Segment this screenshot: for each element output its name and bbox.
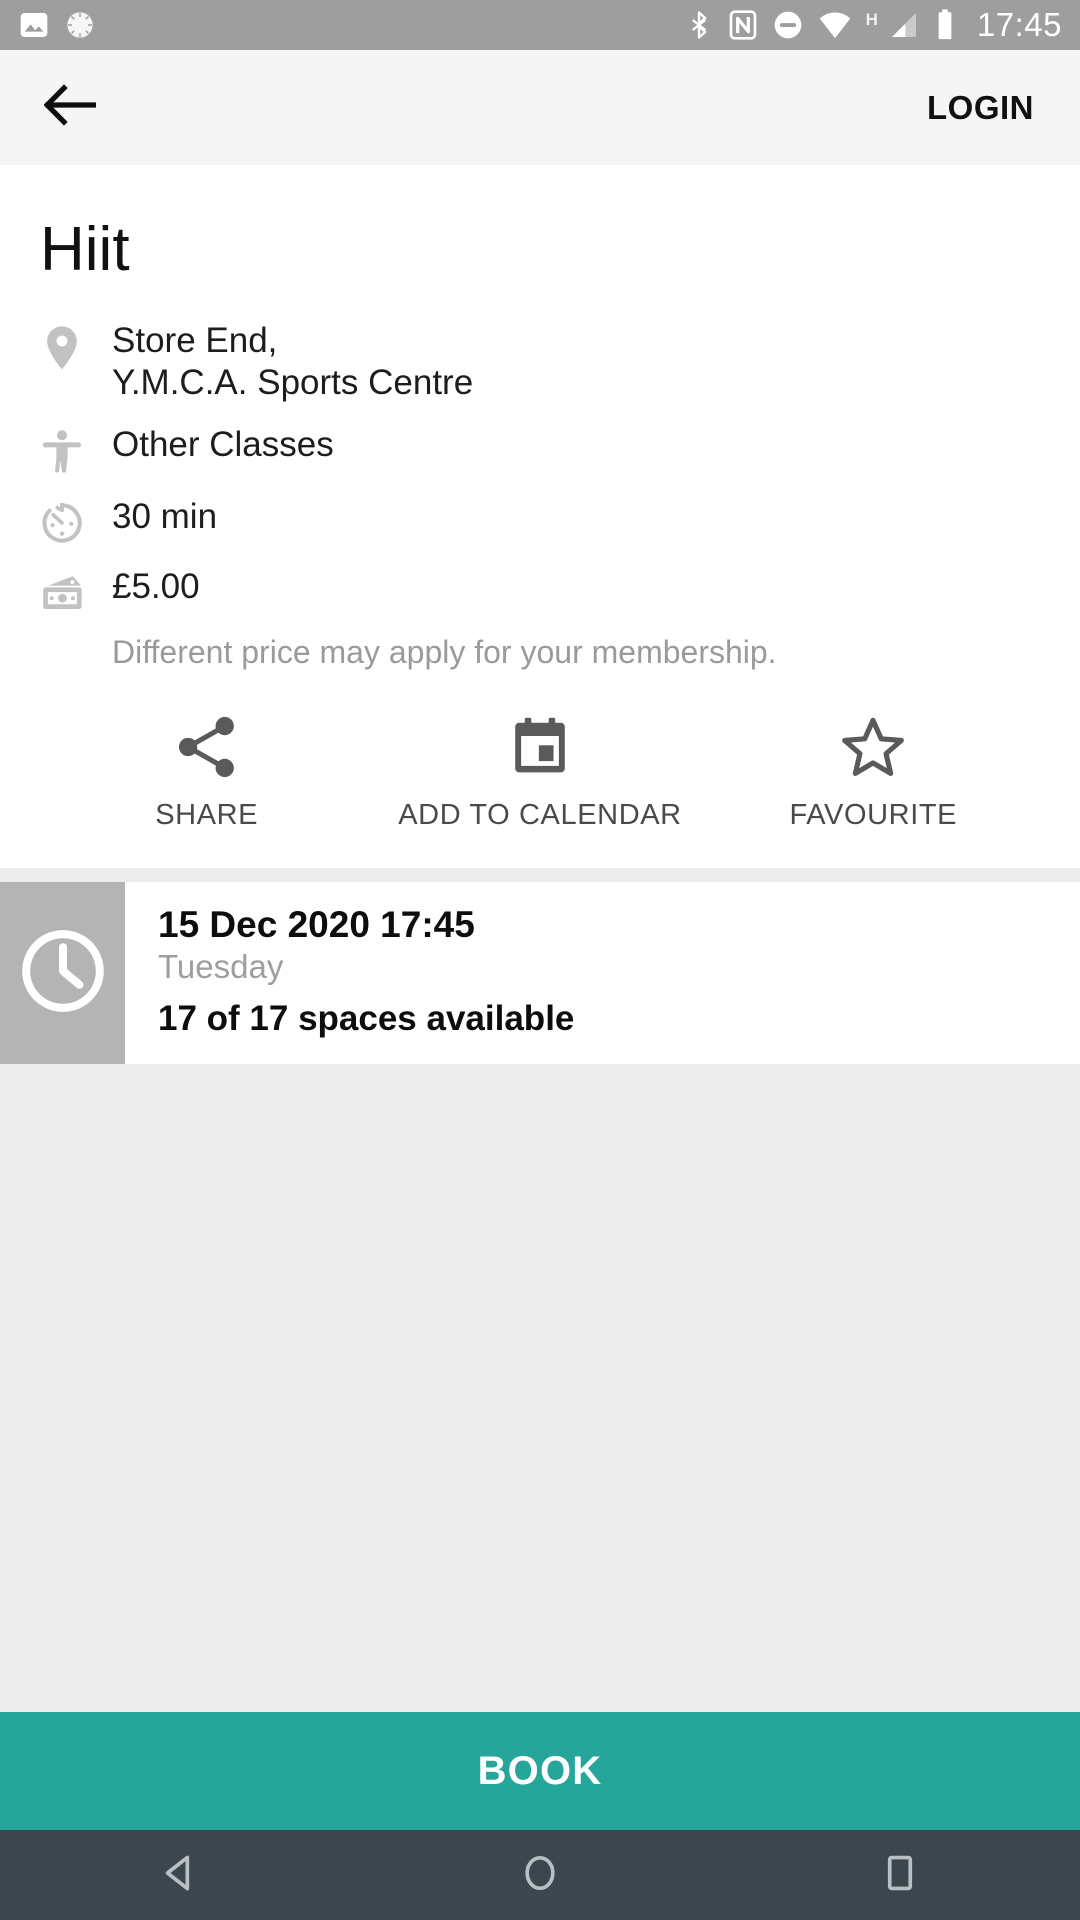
share-button[interactable]: SHARE (40, 716, 373, 832)
session-day: Tuesday (158, 948, 284, 986)
price-note: Different price may apply for your membe… (112, 634, 777, 671)
location-pin-icon (40, 320, 112, 374)
star-outline-icon (840, 716, 906, 783)
back-button[interactable] (40, 78, 100, 138)
category-label: Other Classes (112, 425, 334, 465)
session-list-item[interactable]: 15 Dec 2020 17:45 Tuesday 17 of 17 space… (0, 882, 1080, 1065)
status-bar-right-icons: H 17:45 (684, 6, 1062, 44)
bluetooth-icon (684, 8, 714, 42)
empty-area (0, 1064, 1080, 1712)
session-thumbnail (0, 882, 125, 1065)
nav-back-button[interactable] (0, 1851, 360, 1900)
page-title: Hiit (40, 215, 130, 284)
duration-label: 30 min (112, 497, 218, 537)
battery-icon (934, 8, 956, 42)
session-date: 15 Dec 2020 17:45 (158, 904, 475, 946)
image-icon (18, 9, 50, 41)
duration-row: 30 min (40, 486, 1040, 556)
back-arrow-icon (43, 84, 97, 131)
signal-icon (887, 9, 921, 41)
category-row: Other Classes (40, 414, 1040, 486)
app-bar: LOGIN (0, 50, 1080, 165)
location-line1: Store End, (112, 321, 278, 361)
status-bar-clock: 17:45 (976, 6, 1062, 43)
sync-spinner-icon (64, 9, 96, 41)
nav-recents-button[interactable] (720, 1851, 1080, 1900)
class-details-panel: Hiit Store End, Y.M.C.A. Sports Centre O… (0, 165, 1080, 869)
status-bar: H 17:45 (0, 0, 1080, 50)
calendar-icon (509, 716, 571, 783)
book-label: BOOK (477, 1748, 603, 1793)
section-divider (0, 868, 1080, 883)
session-details: 15 Dec 2020 17:45 Tuesday 17 of 17 space… (125, 882, 1080, 1064)
money-icon (40, 566, 112, 616)
book-button[interactable]: BOOK (0, 1712, 1080, 1830)
timer-icon (40, 496, 112, 546)
share-label: SHARE (155, 799, 259, 832)
price-label: £5.00 (112, 567, 200, 607)
nav-home-button[interactable] (360, 1851, 720, 1900)
wifi-icon (817, 9, 853, 41)
do-not-disturb-icon (772, 9, 804, 41)
accessibility-icon (40, 424, 112, 476)
android-nav-bar (0, 1830, 1080, 1920)
location-line2: Y.M.C.A. Sports Centre (112, 363, 474, 403)
nfc-icon (727, 8, 759, 42)
add-to-calendar-label: ADD TO CALENDAR (398, 799, 682, 832)
nav-recents-icon (878, 1851, 922, 1900)
share-icon (174, 716, 240, 783)
network-type-label: H (865, 10, 878, 29)
price-row: £5.00 (40, 556, 1040, 626)
add-to-calendar-button[interactable]: ADD TO CALENDAR (373, 716, 706, 832)
nav-home-icon (518, 1851, 562, 1900)
session-spaces: 17 of 17 spaces available (158, 999, 575, 1039)
location-text: Store End, Y.M.C.A. Sports Centre (112, 320, 473, 404)
login-button[interactable]: LOGIN (921, 79, 1040, 137)
nav-back-icon (158, 1851, 202, 1900)
status-bar-left-icons (18, 9, 96, 41)
favourite-label: FAVOURITE (789, 799, 958, 832)
clock-icon (17, 925, 109, 1022)
action-buttons-row: SHARE ADD TO CALENDAR FAVOURITE (40, 672, 1040, 868)
favourite-button[interactable]: FAVOURITE (707, 716, 1040, 832)
location-row: Store End, Y.M.C.A. Sports Centre (40, 310, 1040, 414)
